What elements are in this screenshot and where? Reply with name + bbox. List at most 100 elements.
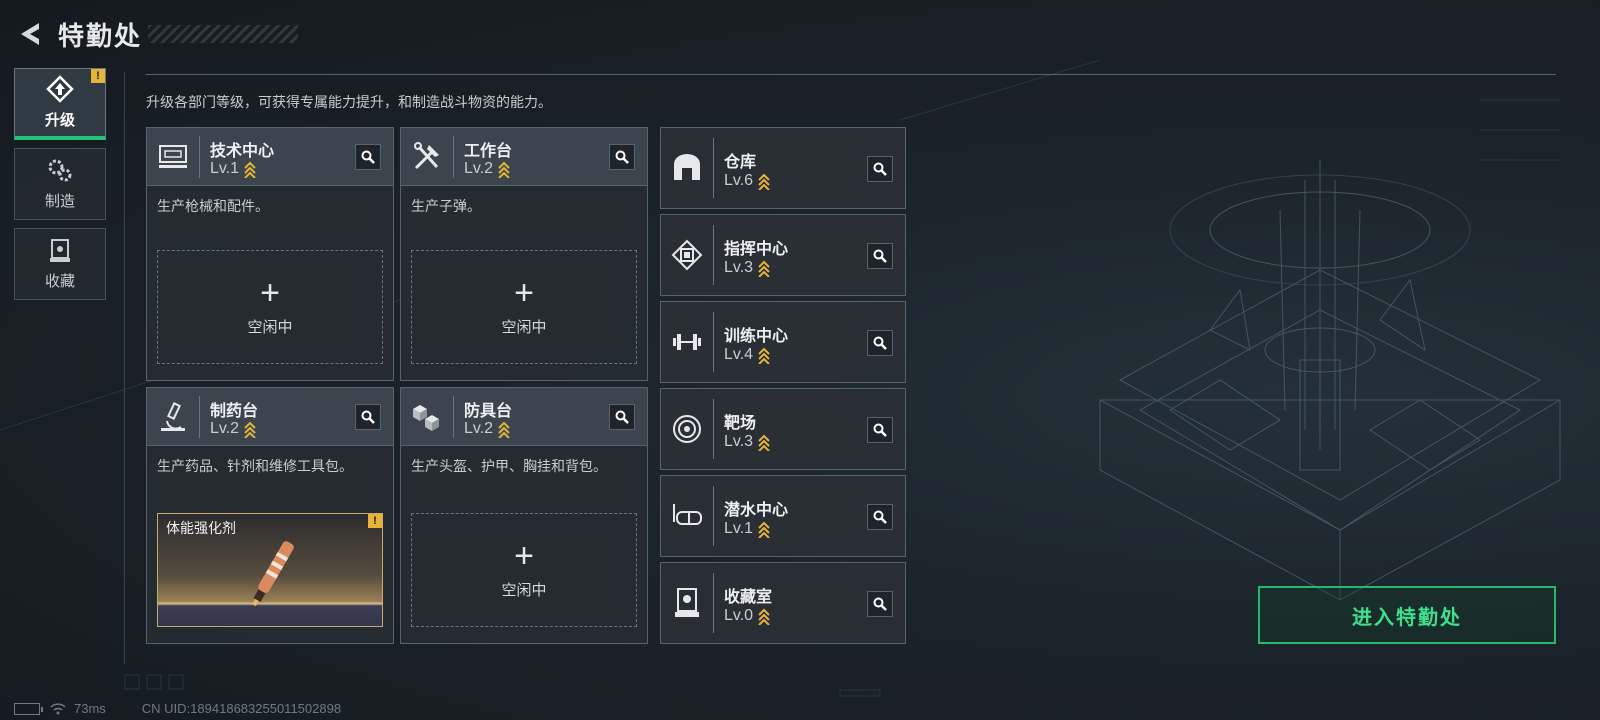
nav-item-collection[interactable]: 收藏 (14, 228, 106, 300)
back-arrow-icon (21, 23, 39, 45)
nav-item-craft[interactable]: 制造 (14, 148, 106, 220)
inspect-button[interactable] (355, 144, 381, 170)
microscope-icon (161, 402, 185, 431)
search-icon (361, 410, 375, 424)
level-text: Lv.0 (724, 607, 754, 624)
diving-mask-icon (673, 504, 702, 525)
inspect-button[interactable] (867, 330, 893, 356)
nav-label: 收藏 (44, 272, 75, 290)
upgrade-chevron-icon (758, 521, 770, 538)
station-card-pharmacy: 制药台 Lv.2 生产药品、针剂和维修工具包。 体能强化剂 ! (146, 387, 394, 644)
level-text: Lv.2 (210, 420, 240, 437)
separator (199, 136, 200, 178)
search-icon (873, 423, 887, 437)
facility-level: Lv.6 (724, 172, 771, 190)
inspect-button[interactable] (609, 404, 635, 430)
wifi-icon (50, 702, 66, 714)
idle-production-slot[interactable]: + 空闲中 (411, 250, 637, 364)
warehouse-icon (674, 154, 700, 180)
back-button[interactable] (14, 16, 50, 52)
facility-card-diving-center[interactable]: 潜水中心 Lv.1 (660, 475, 906, 557)
station-level: Lv.2 (210, 420, 257, 438)
separator (713, 225, 714, 285)
page-description: 升级各部门等级，可获得专属能力提升，和制造战斗物资的能力。 (146, 94, 552, 110)
collection-icon (50, 238, 70, 262)
search-icon (873, 597, 887, 611)
status-bar: 73ms CN UID:18941868325501150​2898 (14, 701, 341, 716)
search-icon (873, 162, 887, 176)
facility-level: Lv.3 (724, 433, 771, 451)
slot-status: 空闲中 (501, 318, 547, 336)
facility-name: 潜水中心 (724, 502, 789, 519)
inspect-button[interactable] (867, 156, 893, 182)
search-icon (361, 150, 375, 164)
gears-icon (48, 159, 72, 181)
search-icon (873, 249, 887, 263)
alert-badge: ! (91, 69, 105, 83)
upgrade-chevron-icon (758, 434, 770, 451)
search-icon (615, 150, 629, 164)
display-case-icon (675, 588, 699, 617)
facility-card-collection-room[interactable]: 收藏室 Lv.0 (660, 562, 906, 644)
nav-item-upgrade[interactable]: 升级 ! (14, 68, 106, 140)
separator (713, 399, 714, 459)
facility-card-warehouse[interactable]: 仓库 Lv.6 (660, 127, 906, 209)
slot-status: 空闲中 (247, 318, 293, 336)
card-header: 技术中心 Lv.1 (147, 128, 393, 186)
station-card-workbench: 工作台 Lv.2 生产子弹。 + 空闲中 (400, 127, 648, 381)
dumbbell-icon (673, 334, 701, 350)
title-decoration (148, 25, 299, 43)
station-level: Lv.2 (464, 420, 511, 438)
idle-production-slot[interactable]: + 空闲中 (411, 513, 637, 627)
station-description: 生产药品、针剂和维修工具包。 (157, 458, 353, 474)
level-text: Lv.1 (210, 160, 240, 177)
facility-card-command-center[interactable]: 指挥中心 Lv.3 (660, 214, 906, 296)
level-text: Lv.6 (724, 172, 754, 189)
armor-boxes-icon (413, 405, 439, 431)
inspect-button[interactable] (355, 404, 381, 430)
separator (453, 136, 454, 178)
separator (713, 312, 714, 372)
inspect-button[interactable] (867, 591, 893, 617)
inspect-button[interactable] (609, 144, 635, 170)
upgrade-chevron-icon (758, 173, 770, 190)
inspect-button[interactable] (867, 417, 893, 443)
stimulant-syringe-icon (252, 541, 294, 607)
search-icon (873, 510, 887, 524)
facility-name: 训练中心 (724, 328, 789, 345)
alert-badge: ! (368, 514, 382, 528)
facility-name: 仓库 (724, 154, 757, 171)
level-text: Lv.3 (724, 259, 754, 276)
battery-icon (14, 702, 43, 715)
active-production-slot[interactable]: 体能强化剂 ! (157, 513, 383, 627)
separator (453, 396, 454, 438)
facility-level: Lv.4 (724, 346, 771, 364)
slot-status: 空闲中 (501, 581, 547, 599)
facility-level: Lv.1 (724, 520, 771, 538)
separator (713, 486, 714, 546)
enter-special-ops-button[interactable]: 进入特勤处 (1258, 586, 1556, 644)
plus-icon: + (514, 273, 534, 312)
ping-text: 73ms (74, 701, 106, 716)
side-navigation: 升级 ! 制造 收藏 (14, 68, 106, 308)
facility-card-shooting-range[interactable]: 靶场 Lv.3 (660, 388, 906, 470)
separator (713, 573, 714, 633)
inspect-button[interactable] (867, 243, 893, 269)
product-name: 体能强化剂 (166, 520, 236, 536)
facility-card-training-center[interactable]: 训练中心 Lv.4 (660, 301, 906, 383)
tools-icon (414, 142, 439, 170)
separator (199, 396, 200, 438)
inspect-button[interactable] (867, 504, 893, 530)
level-text: Lv.3 (724, 433, 754, 450)
station-name: 工作台 (464, 143, 513, 160)
station-name: 制药台 (210, 403, 259, 420)
station-card-armor-bench: 防具台 Lv.2 生产头盔、护甲、胸挂和背包。 + 空闲中 (400, 387, 648, 644)
facility-name: 指挥中心 (724, 241, 789, 258)
facility-name: 靶场 (724, 415, 757, 432)
page-title: 特勤处 (58, 20, 143, 51)
level-text: Lv.2 (464, 420, 494, 437)
facility-level: Lv.3 (724, 259, 771, 277)
divider (146, 74, 1556, 75)
station-level: Lv.1 (210, 160, 257, 178)
idle-production-slot[interactable]: + 空闲中 (157, 250, 383, 364)
